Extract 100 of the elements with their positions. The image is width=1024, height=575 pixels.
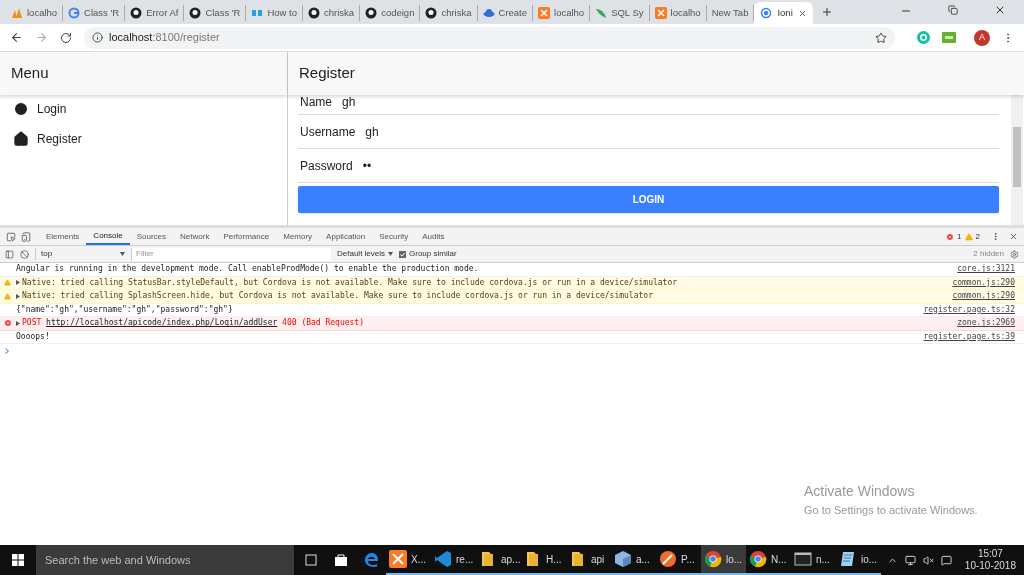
address-field[interactable]: localhost:8100/register xyxy=(84,26,895,49)
source-link[interactable]: register.page.ts:39 xyxy=(923,330,1015,343)
error-icon xyxy=(946,232,955,241)
devtools-tab[interactable]: Memory xyxy=(276,228,320,245)
browser-tab[interactable]: localho xyxy=(533,5,591,21)
browser-tab[interactable]: Error Af xyxy=(125,5,185,21)
menu-item[interactable]: Register xyxy=(0,122,287,155)
browser-tab[interactable]: chriska xyxy=(303,5,361,21)
taskbar-app[interactable]: api xyxy=(566,545,611,575)
devtools-tab[interactable]: Audits xyxy=(415,228,452,245)
browser-tab[interactable]: codeign xyxy=(360,5,421,21)
taskbar-app[interactable]: n... xyxy=(791,545,836,575)
devtools-tab[interactable]: Performance xyxy=(216,228,277,245)
caret-icon xyxy=(120,252,125,256)
clear-icon[interactable] xyxy=(20,249,29,259)
prompt-icon[interactable] xyxy=(5,348,9,354)
profile-avatar[interactable]: A xyxy=(974,29,990,46)
taskbar-app[interactable]: io... xyxy=(836,545,881,575)
pb-icon xyxy=(251,7,264,19)
sidebar-icon[interactable] xyxy=(5,249,14,259)
menu-title: Menu xyxy=(11,63,49,84)
new-tab-icon[interactable] xyxy=(820,6,833,18)
browser-tab[interactable]: localho xyxy=(6,5,64,21)
scrollbar[interactable] xyxy=(1011,95,1023,225)
restore-icon[interactable] xyxy=(948,5,958,15)
cat-icon xyxy=(130,7,143,19)
devtools-tab[interactable]: Network xyxy=(173,228,217,245)
error-count[interactable]: 1 xyxy=(957,230,962,243)
browser-tab[interactable]: chriska xyxy=(420,5,478,21)
taskbar-app[interactable]: re... xyxy=(431,545,476,575)
edge-icon[interactable] xyxy=(364,552,380,568)
devtools-tab[interactable]: Elements xyxy=(39,228,87,245)
settings-icon[interactable] xyxy=(1010,249,1019,259)
browser-tab[interactable]: SQL Sy xyxy=(590,5,650,21)
inspect-icon[interactable] xyxy=(6,231,16,242)
source-link[interactable]: zone.js:2969 xyxy=(957,317,1015,330)
code-editor-icon xyxy=(434,550,452,568)
source-link[interactable]: register.page.ts:32 xyxy=(923,303,1015,316)
terminal-icon xyxy=(794,550,812,568)
page-title: Register xyxy=(299,63,355,84)
taskbar-app[interactable]: N... xyxy=(746,545,791,575)
browser-tab[interactable]: Create xyxy=(477,5,534,21)
browser-tab[interactable]: localho xyxy=(649,5,707,21)
close-icon[interactable] xyxy=(1009,232,1018,241)
browser-tab[interactable]: How to xyxy=(246,5,304,21)
leaf-icon xyxy=(595,7,608,19)
context-select[interactable]: top xyxy=(35,248,125,260)
browser-tab[interactable]: Ioni xyxy=(754,2,813,24)
browser-tab[interactable]: Class 'R xyxy=(184,5,247,21)
message-link[interactable]: http://localhost/apicode/index.php/Login/addUser xyxy=(46,318,278,328)
windows-icon[interactable] xyxy=(12,554,24,566)
source-link[interactable]: core.js:3121 xyxy=(957,263,1015,276)
close-icon[interactable] xyxy=(994,4,1006,16)
source-link[interactable]: common.js:290 xyxy=(952,290,1015,303)
taskbar-app[interactable]: ap... xyxy=(476,545,521,575)
notepad-icon xyxy=(839,550,857,568)
chrome-icon xyxy=(749,550,767,568)
devtools-tab[interactable]: Sources xyxy=(129,228,174,245)
more-icon[interactable] xyxy=(991,232,1000,241)
form-field[interactable]: Name gh xyxy=(298,95,999,115)
muted-speaker-icon[interactable] xyxy=(922,554,934,566)
levels-dropdown[interactable]: Default levels xyxy=(337,248,394,260)
browser-tab[interactable]: Class 'R xyxy=(63,5,126,21)
cube-icon xyxy=(614,550,632,568)
field-value: gh xyxy=(365,123,379,141)
taskbar-search-field[interactable]: Search the web and Windows xyxy=(36,545,294,575)
taskbar-app[interactable]: a... xyxy=(611,545,656,575)
bookmark-star-icon[interactable] xyxy=(875,31,887,44)
device-icon[interactable] xyxy=(21,231,31,242)
source-link[interactable]: common.js:290 xyxy=(952,276,1015,289)
menu-item[interactable]: Login xyxy=(0,92,287,125)
warning-count[interactable]: 2 xyxy=(975,230,980,243)
expand-triangle-icon[interactable] xyxy=(16,293,20,299)
network-icon[interactable] xyxy=(904,554,916,566)
expand-triangle-icon[interactable] xyxy=(16,320,20,326)
taskbar-app[interactable]: H... xyxy=(521,545,566,575)
field-value: •• xyxy=(362,157,372,175)
cat-icon xyxy=(365,7,378,19)
taskbar-app[interactable]: lo... xyxy=(701,545,746,575)
back-icon[interactable] xyxy=(10,31,23,44)
reload-icon[interactable] xyxy=(60,31,72,44)
close-icon[interactable] xyxy=(797,8,807,18)
group-similar-checkbox[interactable]: Group similar xyxy=(399,248,457,260)
taskbar-app[interactable]: X... xyxy=(386,545,431,575)
store-bag-icon[interactable] xyxy=(334,553,348,567)
url-text: localhost:8100/register xyxy=(109,30,220,46)
xampp-icon xyxy=(538,7,551,19)
task-view-icon[interactable] xyxy=(304,554,318,566)
form-field[interactable]: Username gh xyxy=(298,115,999,149)
expand-triangle-icon[interactable] xyxy=(16,280,20,286)
notification-icon[interactable] xyxy=(940,554,952,566)
message-text: Native: tried calling StatusBar.styleDefault, but Cordova is not available. Make sure to include cordova.js or run in a device/simulator xyxy=(22,276,678,289)
form-field[interactable]: Password •• xyxy=(298,149,999,183)
login-button[interactable]: LOGIN xyxy=(298,186,999,213)
clock[interactable]: 15:07 10-10-2018 xyxy=(964,548,1016,572)
message-text: Angular is running in the development mode. Call enableProdMode() to enable the production mode. xyxy=(16,263,479,276)
devtools-tab[interactable]: Security xyxy=(372,228,416,245)
cat-icon xyxy=(425,7,438,19)
devtools-tab[interactable]: Application xyxy=(319,228,373,245)
message-text: Native: tried calling SplashScreen.hide, but Cordova is not available. Make sure to include cordova.js or run in a device/simulator xyxy=(22,290,653,303)
